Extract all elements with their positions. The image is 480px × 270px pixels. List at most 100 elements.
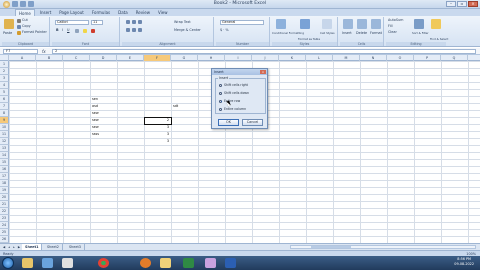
row-header-16[interactable]: 16 (0, 166, 9, 173)
next-sheet-icon[interactable]: ▸ (12, 245, 16, 249)
radio-entire-column[interactable]: Entire column (219, 107, 246, 111)
tab-formulas[interactable]: Formulas (89, 9, 113, 16)
format-as-table-button[interactable]: Format as Table (298, 37, 320, 41)
tab-view[interactable]: View (155, 9, 171, 16)
cut-icon[interactable] (17, 19, 21, 23)
font-size-select[interactable]: 11 (91, 20, 103, 25)
dialog-close-button[interactable]: × (260, 70, 266, 74)
scroll-thumb[interactable] (311, 246, 351, 248)
firefox-taskbar-icon[interactable] (140, 258, 151, 268)
row-header-8[interactable]: 8 (0, 110, 9, 117)
cell-styles-icon[interactable] (322, 19, 332, 29)
cell-styles-button[interactable]: Cell Styles (320, 31, 335, 35)
conditional-formatting-button[interactable]: Conditional Formatting (272, 31, 304, 35)
format-as-table-icon[interactable] (300, 19, 310, 29)
row-header-1[interactable]: 1 (0, 61, 9, 68)
first-sheet-icon[interactable]: ◀ (2, 245, 6, 249)
find-select-icon[interactable] (431, 19, 441, 29)
align-middle-icon[interactable] (132, 20, 136, 24)
close-button[interactable]: × (468, 1, 478, 7)
currency-button[interactable]: $ · % (220, 28, 229, 32)
row-header-24[interactable]: 24 (0, 222, 9, 229)
maximize-button[interactable]: ▫ (457, 1, 467, 7)
word-taskbar-icon[interactable] (225, 258, 236, 268)
cell-d6[interactable]: sen (92, 96, 98, 103)
align-left-icon[interactable] (126, 28, 130, 32)
format-cells-button[interactable]: Format (370, 31, 382, 35)
copy-button[interactable]: Copy (22, 24, 31, 28)
autosum-button[interactable]: AutoSum (388, 18, 403, 22)
tab-insert[interactable]: Insert (37, 9, 54, 16)
delete-cells-button[interactable]: Delete (356, 31, 367, 35)
insert-cells-button[interactable]: Insert (342, 31, 352, 35)
cell-d8[interactable]: sew (92, 110, 99, 117)
minimize-button[interactable]: – (446, 1, 456, 7)
row-header-17[interactable]: 17 (0, 173, 9, 180)
ok-button[interactable]: OK (218, 119, 239, 126)
row-header-15[interactable]: 15 (0, 159, 9, 166)
name-box[interactable]: F7 (3, 49, 38, 54)
merge-center-button[interactable]: Merge & Center (174, 28, 201, 32)
align-right-icon[interactable] (138, 28, 142, 32)
row-header-5[interactable]: 5 (0, 89, 9, 96)
row-header-25[interactable]: 25 (0, 229, 9, 236)
row-header-21[interactable]: 21 (0, 201, 9, 208)
cell-d10[interactable]: sew (92, 124, 99, 131)
row-header-12[interactable]: 12 (0, 138, 9, 145)
files-taskbar-icon[interactable] (160, 258, 171, 268)
paste-icon[interactable] (4, 19, 14, 29)
align-center-icon[interactable] (132, 28, 136, 32)
row-header-22[interactable]: 22 (0, 208, 9, 215)
last-sheet-icon[interactable]: ▶ (17, 245, 21, 249)
cell-g7[interactable]: sdt (173, 103, 178, 110)
font-family-select[interactable]: Calibri (55, 20, 89, 25)
italic-button[interactable]: I (62, 28, 63, 32)
tab-data[interactable]: Data (115, 9, 131, 16)
font-color-icon[interactable] (91, 29, 95, 33)
cell-f10[interactable]: 3 (144, 124, 169, 131)
insert-cells-icon[interactable] (343, 19, 353, 29)
wrap-text-button[interactable]: Wrap Text (174, 20, 191, 24)
row-header-19[interactable]: 19 (0, 187, 9, 194)
horizontal-scrollbar[interactable] (290, 245, 476, 249)
format-painter-button[interactable]: Format Painter (22, 30, 47, 34)
chrome-taskbar-icon[interactable] (98, 258, 109, 268)
cell-f12[interactable]: 3 (144, 138, 169, 145)
prev-sheet-icon[interactable]: ◂ (7, 245, 11, 249)
row-header-13[interactable]: 13 (0, 145, 9, 152)
formula-input[interactable]: 2 (52, 49, 476, 54)
row-header-9[interactable]: 9 (0, 117, 9, 124)
cell-f11[interactable]: 3 (144, 131, 169, 138)
cell-d7[interactable]: asd (92, 103, 98, 110)
underline-button[interactable]: U (67, 28, 69, 32)
cell-d11[interactable]: ssss (92, 131, 99, 138)
start-button[interactable] (2, 257, 14, 269)
row-header-7[interactable]: 7 (0, 103, 9, 110)
fill-button[interactable]: Fill (388, 24, 393, 28)
borders-icon[interactable] (75, 29, 79, 33)
copy-icon[interactable] (17, 25, 21, 29)
paste-button[interactable]: Paste (3, 31, 12, 35)
row-header-20[interactable]: 20 (0, 194, 9, 201)
clock[interactable]: 8:56 PM 09-08-2022 (454, 257, 474, 267)
excel-taskbar-icon[interactable] (183, 258, 194, 268)
cancel-button[interactable]: Cancel (242, 119, 263, 126)
sort-filter-icon[interactable] (414, 19, 424, 29)
cell-d9[interactable]: sew (92, 117, 99, 124)
row-header-10[interactable]: 10 (0, 124, 9, 131)
find-select-button[interactable]: Find & Select (430, 37, 448, 41)
format-cells-icon[interactable] (371, 19, 381, 29)
row-header-4[interactable]: 4 (0, 82, 9, 89)
align-top-icon[interactable] (126, 20, 130, 24)
row-header-3[interactable]: 3 (0, 75, 9, 82)
row-header-11[interactable]: 11 (0, 131, 9, 138)
fill-color-icon[interactable] (83, 29, 87, 33)
format-painter-icon[interactable] (17, 31, 21, 35)
row-header-18[interactable]: 18 (0, 180, 9, 187)
tab-page-layout[interactable]: Page Layout (56, 9, 87, 16)
clear-button[interactable]: Clear (388, 30, 397, 34)
insert-function-icon[interactable]: fx (42, 49, 46, 54)
row-header-2[interactable]: 2 (0, 68, 9, 75)
row-header-14[interactable]: 14 (0, 152, 9, 159)
align-bottom-icon[interactable] (138, 20, 142, 24)
